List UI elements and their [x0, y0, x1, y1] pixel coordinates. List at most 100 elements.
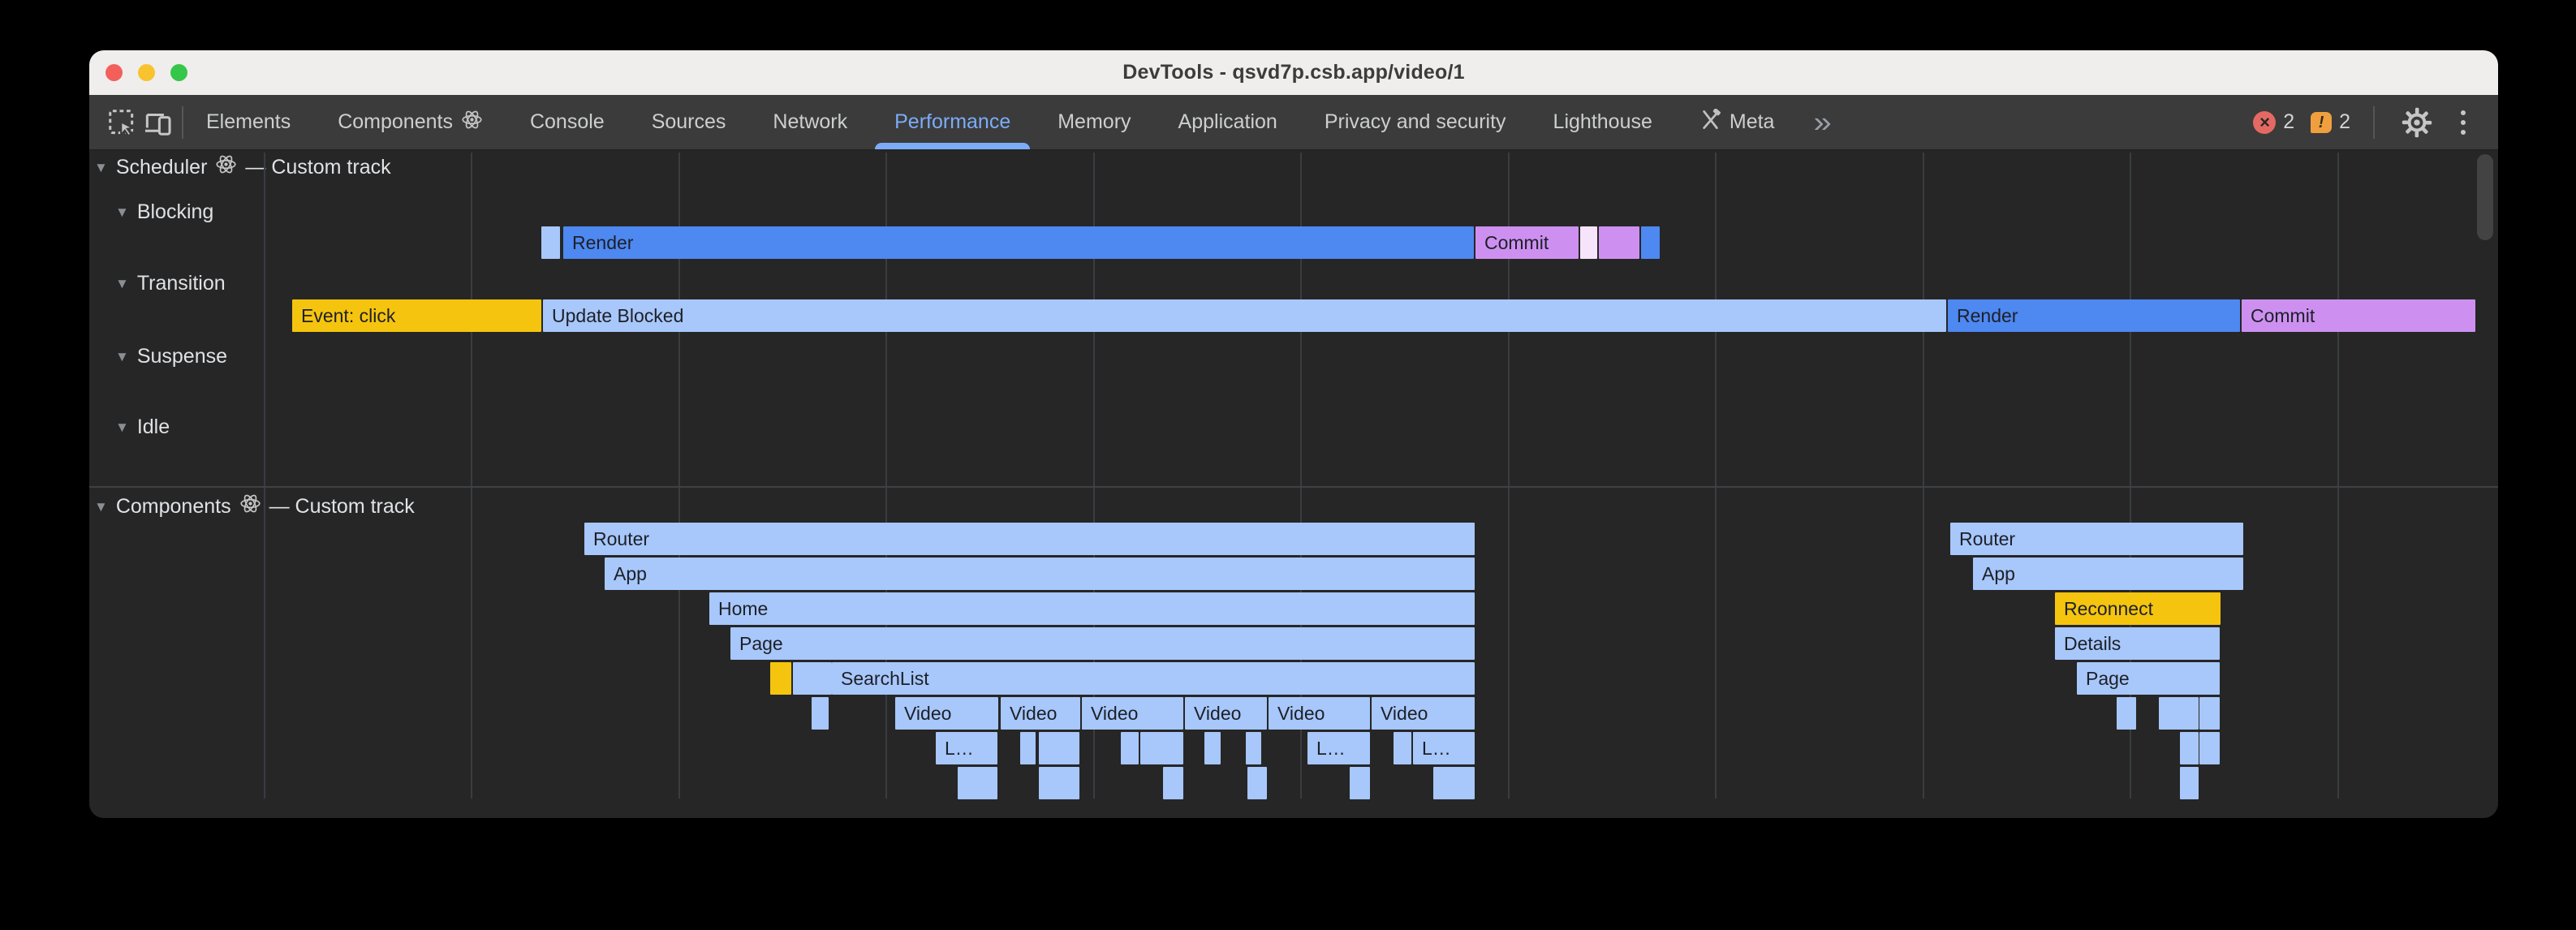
warning-mark: !	[2319, 114, 2324, 131]
flame-bar[interactable]	[770, 662, 791, 695]
flame-bar[interactable]	[1433, 767, 1475, 799]
flame-bar[interactable]	[1121, 732, 1139, 764]
flame-bar-commit[interactable]: Commit	[2242, 299, 2475, 332]
flame-bar-video[interactable]: Video	[1001, 697, 1080, 730]
flame-bar-router[interactable]: Router	[1950, 523, 2243, 555]
flame-bar[interactable]	[1204, 732, 1221, 764]
flame-bar[interactable]	[1350, 767, 1370, 799]
flame-bar[interactable]	[1246, 732, 1261, 764]
flame-bar[interactable]	[2159, 697, 2199, 730]
panel-tabs: Elements Components Console Sources Network P…	[206, 95, 1774, 149]
flame-bar[interactable]	[1163, 767, 1183, 799]
tab-memory[interactable]: Memory	[1058, 95, 1131, 149]
flame-bar[interactable]	[1247, 767, 1267, 799]
flame-bar[interactable]	[541, 226, 560, 259]
group-label-suspense[interactable]: ▼Suspense	[115, 345, 227, 368]
flame-bar[interactable]	[2199, 697, 2220, 730]
flame-bar[interactable]	[1020, 732, 1036, 764]
tab-sources[interactable]: Sources	[652, 95, 726, 149]
flame-bar-video[interactable]: Video	[1269, 697, 1370, 730]
tab-label: Network	[773, 110, 847, 134]
flame-bar-commit[interactable]: Commit	[1475, 226, 1579, 259]
flame-bar-l[interactable]: L…	[1307, 732, 1370, 764]
tab-label: Memory	[1058, 110, 1131, 134]
tab-application[interactable]: Application	[1178, 95, 1277, 149]
flame-bar-home[interactable]: Home	[709, 592, 1475, 625]
flame-bar[interactable]	[1039, 732, 1079, 764]
tab-components[interactable]: Components	[338, 95, 483, 149]
flame-bar[interactable]	[2180, 732, 2199, 764]
flame-bar[interactable]	[1641, 226, 1660, 259]
flame-bar-page[interactable]: Page	[730, 627, 1475, 660]
track-header-components[interactable]: ▼ Components — Custom track	[94, 493, 415, 520]
track-header-scheduler[interactable]: ▼ Scheduler — Custom track	[94, 153, 391, 181]
more-tabs-icon[interactable]: »	[1813, 108, 1831, 137]
flame-bar-render[interactable]: Render	[563, 226, 1474, 259]
flame-bar[interactable]	[1599, 226, 1639, 259]
flame-bar-details[interactable]: Details	[2055, 627, 2220, 660]
tab-performance[interactable]: Performance	[894, 95, 1010, 149]
track-name: Scheduler	[116, 156, 208, 179]
collapse-triangle-icon: ▼	[94, 161, 108, 174]
flame-bar-reconnect[interactable]: Reconnect	[2055, 592, 2221, 625]
flame-bar-page[interactable]: Page	[2077, 662, 2220, 695]
flame-bar-video[interactable]: Video	[1372, 697, 1475, 730]
flame-bar-app[interactable]: App	[605, 558, 1475, 590]
react-icon	[461, 109, 483, 136]
flame-bar-video[interactable]: Video	[1082, 697, 1183, 730]
flame-bar-router[interactable]: Router	[584, 523, 1475, 555]
timeline-gridline	[1715, 153, 1717, 799]
timeline-gridline	[1923, 153, 1924, 799]
flame-bar[interactable]	[1394, 732, 1411, 764]
flame-bar[interactable]	[2117, 697, 2136, 730]
flame-bar[interactable]	[1039, 767, 1079, 799]
flame-bar[interactable]	[958, 767, 997, 799]
titlebar: DevTools - qsvd7p.csb.app/video/1	[89, 50, 2498, 95]
flame-bar[interactable]	[812, 697, 829, 730]
track-divider	[89, 486, 2498, 488]
tab-console[interactable]: Console	[530, 95, 605, 149]
settings-gear-icon[interactable]	[2399, 103, 2435, 142]
track-suffix: — Custom track	[245, 156, 390, 179]
console-errors-badge[interactable]: × 2	[2253, 110, 2294, 134]
tab-label: Privacy and security	[1325, 110, 1506, 134]
react-icon	[239, 493, 261, 520]
warning-count: 2	[2339, 110, 2350, 134]
console-warnings-badge[interactable]: ! 2	[2311, 110, 2350, 134]
flame-bar[interactable]	[1140, 732, 1183, 764]
error-count: 2	[2283, 110, 2294, 134]
flame-bar-l[interactable]: L…	[936, 732, 997, 764]
device-toolbar-icon[interactable]	[140, 103, 175, 142]
flame-bar[interactable]	[1580, 226, 1597, 259]
flame-bar-video[interactable]: Video	[1185, 697, 1267, 730]
group-label-text: Suspense	[137, 345, 227, 368]
tab-meta[interactable]: Meta	[1699, 95, 1775, 149]
tab-lighthouse[interactable]: Lighthouse	[1553, 95, 1652, 149]
desktop-background: { "window": { "title": "DevTools - qsvd7…	[0, 0, 2576, 930]
flame-bar[interactable]	[2199, 732, 2220, 764]
scrollbar-thumb[interactable]	[2477, 154, 2493, 240]
devtools-toolbar: Elements Components Console Sources Network P…	[89, 95, 2498, 150]
flame-bar-l[interactable]: L…	[1413, 732, 1475, 764]
tab-label: Application	[1178, 110, 1277, 134]
group-label-idle[interactable]: ▼Idle	[115, 415, 170, 439]
timeline-gridline	[471, 153, 472, 799]
flame-bar-searchlist[interactable]: SearchList	[832, 662, 1475, 695]
flame-bar-event-click[interactable]: Event: click	[292, 299, 541, 332]
flame-bar[interactable]	[2180, 767, 2199, 799]
flame-bar[interactable]	[793, 662, 832, 695]
error-mark: ×	[2259, 114, 2270, 131]
flame-bar-app[interactable]: App	[1973, 558, 2243, 590]
group-label-blocking[interactable]: ▼Blocking	[115, 200, 213, 224]
tab-network[interactable]: Network	[773, 95, 847, 149]
tab-privacy-and-security[interactable]: Privacy and security	[1325, 95, 1506, 149]
timeline-gridline	[2337, 153, 2339, 799]
flame-bar-video[interactable]: Video	[895, 697, 998, 730]
flame-bar-update-blocked[interactable]: Update Blocked	[543, 299, 1946, 332]
flame-bar-render[interactable]: Render	[1948, 299, 2240, 332]
track-name: Components	[116, 495, 231, 519]
tab-elements[interactable]: Elements	[206, 95, 291, 149]
kebab-menu-icon[interactable]	[2451, 105, 2475, 140]
group-label-transition[interactable]: ▼Transition	[115, 272, 226, 295]
inspect-element-icon[interactable]	[104, 103, 140, 142]
